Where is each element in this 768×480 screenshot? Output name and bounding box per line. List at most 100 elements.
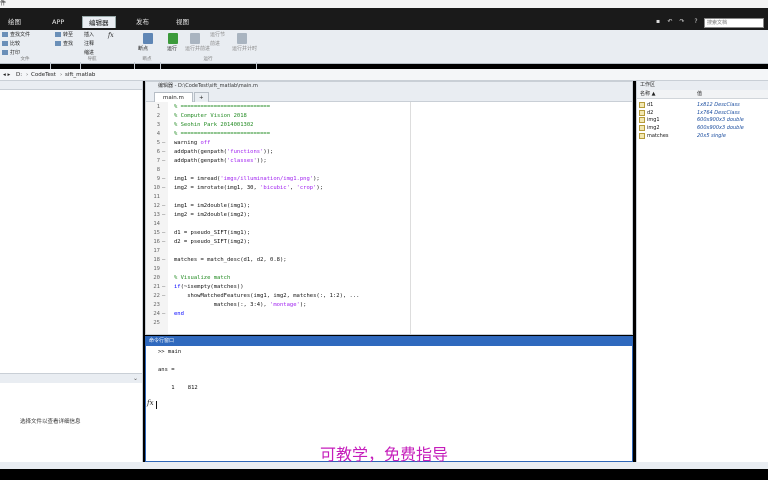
advance-button[interactable]: 前进 [210, 41, 220, 48]
code-line[interactable]: 12— img1 = im2double(img1); [146, 202, 632, 211]
code-token: 'bicubic' [260, 185, 290, 191]
line-number: 8 [156, 167, 160, 173]
insert-button[interactable]: 插入 [84, 32, 94, 39]
code-line[interactable]: 22— showMatchedFeatures(img1, img2, matc… [146, 292, 632, 301]
address-folder[interactable]: sift_matlab [65, 69, 95, 81]
code-line[interactable]: 2 % Computer Vision 2018 [146, 112, 632, 121]
tab-editor[interactable]: 编辑器 [82, 16, 116, 28]
run-button[interactable]: 运行 [167, 46, 177, 53]
compare-button[interactable]: 比较 [2, 41, 20, 48]
code-token: img2 = im2double(img2); [174, 212, 251, 218]
col-name[interactable]: 名称 ▲ [640, 90, 655, 99]
breakpoint-dash[interactable]: — [162, 184, 165, 193]
back-arrow-icon[interactable]: ◂ ▸ [3, 69, 10, 81]
tab-apps[interactable]: APP [46, 16, 70, 28]
code-line[interactable]: 20 % Visualize match [146, 274, 632, 283]
breakpoints-button[interactable]: 断点 [138, 46, 148, 53]
code-line[interactable]: 23 matches(:, 3:4), 'montage'); [146, 301, 632, 310]
line-number: 17 [153, 248, 160, 254]
fx-button[interactable]: fx [108, 32, 114, 39]
code-line[interactable]: 19 [146, 265, 632, 274]
code-line[interactable]: 14 [146, 220, 632, 229]
code-text: d1 = pseudo_SIFT(img1); [174, 229, 250, 238]
breakpoint-dash[interactable]: — [162, 148, 165, 157]
code-line[interactable]: 25 [146, 319, 632, 328]
code-line[interactable]: 6— addpath(genpath('functions')); [146, 148, 632, 157]
breakpoint-dash[interactable]: — [162, 211, 165, 220]
code-line[interactable]: 5— warning off [146, 139, 632, 148]
command-output-line: 1 812 [158, 385, 198, 391]
code-line[interactable]: 1 % =========================== [146, 103, 632, 112]
workspace-title: 工作区 [637, 81, 768, 90]
code-line[interactable]: 4 % =========================== [146, 130, 632, 139]
line-number: 19 [153, 266, 160, 272]
code-line[interactable]: 13— img2 = im2double(img2); [146, 211, 632, 220]
breakpoint-dash[interactable]: — [162, 310, 165, 319]
code-token: , [289, 185, 297, 191]
run-time-button[interactable]: 运行并计时 [232, 46, 257, 53]
code-line[interactable]: 16— d2 = pseudo_SIFT(img2); [146, 238, 632, 247]
breakpoint-dash[interactable]: — [162, 256, 165, 265]
run-icon[interactable] [168, 33, 178, 44]
new-tab-button[interactable]: + [194, 92, 209, 102]
breakpoint-dash[interactable]: — [162, 139, 165, 148]
code-line[interactable]: 8 [146, 166, 632, 175]
address-drive[interactable]: D: [16, 69, 22, 81]
breakpoint-dash[interactable]: — [162, 238, 165, 247]
tab-publish[interactable]: 发布 [130, 16, 155, 28]
code-line[interactable]: 18— matches = match_desc(d1, d2, 0.8); [146, 256, 632, 265]
breakpoint-dash[interactable]: — [162, 292, 165, 301]
workspace-list: d1 1x812 DescClass d2 1x764 DescClass img1 60… [637, 101, 768, 151]
code-line[interactable]: 7— addpath(genpath('classes')); [146, 157, 632, 166]
code-line[interactable]: 17 [146, 247, 632, 256]
find-button[interactable]: 查找 [55, 41, 73, 48]
code-line[interactable]: 15— d1 = pseudo_SIFT(img1); [146, 229, 632, 238]
address-bar[interactable]: ◂ ▸ D: › CodeTest › sift_matlab [0, 69, 768, 81]
breakpoints-icon[interactable] [143, 33, 153, 44]
code-line[interactable]: 3 % Seohin Park 2014001302 [146, 121, 632, 130]
line-number: 13 [153, 212, 160, 218]
code-token: warning [174, 140, 201, 146]
run-time-icon[interactable] [237, 33, 247, 44]
code-line[interactable]: 11 [146, 193, 632, 202]
chevron-right-icon: › [26, 72, 29, 78]
chevron-down-icon[interactable]: ⌄ [133, 375, 138, 382]
run-advance-button[interactable]: 运行并前进 [185, 46, 210, 53]
redo-icon[interactable]: ↷ [678, 18, 686, 26]
code-line[interactable]: 9— img1 = imread('imgs/illumination/img1.… [146, 175, 632, 184]
code-line[interactable]: 24— end [146, 310, 632, 319]
code-token: )); [263, 149, 274, 155]
breakpoint-dash[interactable]: — [162, 157, 165, 166]
search-docs-input[interactable] [704, 18, 764, 28]
section-file: 文件 [20, 57, 30, 62]
find-files-button[interactable]: 查找文件 [2, 32, 30, 39]
run-section-button[interactable]: 运行节 [210, 32, 225, 39]
col-value[interactable]: 值 [697, 90, 702, 99]
window-title-bar: 件 [0, 0, 768, 8]
code-text: end [174, 310, 184, 319]
fx-icon[interactable]: fx [147, 399, 154, 407]
workspace-variable-row[interactable]: matches 20x5 single [637, 132, 768, 140]
code-area[interactable]: 1 % =========================== 2 % Compute… [146, 103, 632, 335]
address-folder[interactable]: CodeTest [31, 69, 56, 81]
tab-view[interactable]: 视图 [170, 16, 195, 28]
current-folder-header [0, 81, 142, 90]
comment-button[interactable]: 注释 [84, 41, 94, 48]
goto-button[interactable]: 转至 [55, 32, 73, 39]
line-number: 14 [153, 221, 160, 227]
help-icon[interactable]: ? [692, 18, 700, 26]
tab-plots[interactable]: 绘图 [2, 16, 27, 28]
code-line[interactable]: 21— if(~isempty(matches)) [146, 283, 632, 292]
code-line[interactable]: 10— img2 = imrotate(img1, 30, 'bicubic', … [146, 184, 632, 193]
line-number: 15 [153, 230, 160, 236]
breakpoint-dash[interactable]: — [162, 229, 165, 238]
run-advance-icon[interactable] [190, 33, 200, 44]
breakpoint-dash[interactable]: — [162, 283, 165, 292]
code-text: % Computer Vision 2018 [174, 112, 247, 121]
window-title: 件 [0, 0, 7, 7]
breakpoint-dash[interactable]: — [162, 202, 165, 211]
editor-tab-main[interactable]: main.m [154, 92, 193, 102]
breakpoint-dash[interactable]: — [162, 175, 165, 184]
save-icon[interactable]: ▪ [654, 18, 662, 26]
undo-icon[interactable]: ↶ [666, 18, 674, 26]
